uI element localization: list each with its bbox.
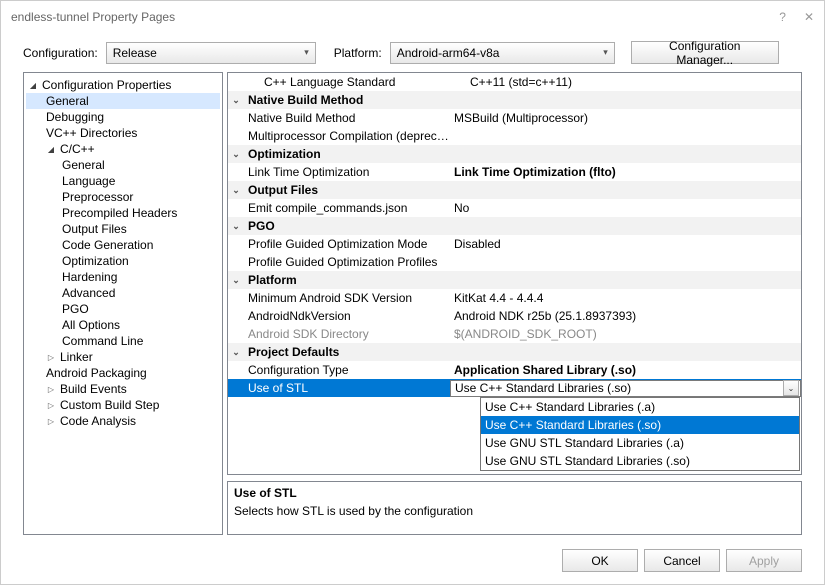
collapse-icon[interactable]: ⌄ [228,221,244,232]
description-text: Selects how STL is used by the configura… [234,504,795,518]
expand-icon[interactable] [44,145,58,154]
dropdown-item[interactable]: Use GNU STL Standard Libraries (.a) [481,434,799,452]
grid-row[interactable]: C++ Language StandardC++11 (std=c++11) [228,73,801,91]
tree-ccpp-advanced[interactable]: Advanced [26,285,220,301]
titlebar-controls: ? ✕ [779,10,814,24]
platform-label: Platform: [334,46,382,60]
cancel-button[interactable]: Cancel [644,549,720,572]
tree-code-analysis[interactable]: Code Analysis [26,413,220,429]
platform-value: Android-arm64-v8a [397,46,500,60]
expand-icon[interactable] [44,417,58,426]
grid-row[interactable]: Link Time OptimizationLink Time Optimiza… [228,163,801,181]
collapse-icon[interactable]: ⌄ [228,275,244,286]
dropdown-item[interactable]: Use C++ Standard Libraries (.a) [481,398,799,416]
tree-panel[interactable]: Configuration Properties General Debuggi… [23,72,223,535]
main-area: Configuration Properties General Debuggi… [1,72,824,543]
grid-row[interactable]: Profile Guided Optimization Profiles [228,253,801,271]
tree-ccpp-codegen[interactable]: Code Generation [26,237,220,253]
tree-root[interactable]: Configuration Properties [26,77,220,93]
grid-group[interactable]: ⌄Output Files [228,181,801,199]
right-panel: C++ Language StandardC++11 (std=c++11) ⌄… [227,72,802,535]
tree-ccpp-cmdline[interactable]: Command Line [26,333,220,349]
grid-row[interactable]: Emit compile_commands.jsonNo [228,199,801,217]
apply-button[interactable]: Apply [726,549,802,572]
platform-select[interactable]: Android-arm64-v8a ▾ [390,42,615,64]
grid-row[interactable]: Profile Guided Optimization ModeDisabled [228,235,801,253]
tree-ccpp-optimization[interactable]: Optimization [26,253,220,269]
property-grid[interactable]: C++ Language StandardC++11 (std=c++11) ⌄… [227,72,802,475]
close-icon[interactable]: ✕ [804,10,814,24]
grid-row[interactable]: Native Build MethodMSBuild (Multiprocess… [228,109,801,127]
collapse-icon[interactable]: ⌄ [228,347,244,358]
grid-group[interactable]: ⌄PGO [228,217,801,235]
tree-ccpp[interactable]: C/C++ [26,141,220,157]
collapse-icon[interactable]: ⌄ [228,149,244,160]
help-icon[interactable]: ? [779,10,786,24]
stl-dropdown[interactable]: Use C++ Standard Libraries (.a) Use C++ … [480,397,800,471]
tree-general[interactable]: General [26,93,220,109]
property-pages-window: endless-tunnel Property Pages ? ✕ Config… [0,0,825,585]
tree-ccpp-preprocessor[interactable]: Preprocessor [26,189,220,205]
titlebar: endless-tunnel Property Pages ? ✕ [1,1,824,33]
configuration-value: Release [113,46,157,60]
tree-ccpp-language[interactable]: Language [26,173,220,189]
grid-group[interactable]: ⌄Project Defaults [228,343,801,361]
tree-ccpp-pgo[interactable]: PGO [26,301,220,317]
grid-row-use-of-stl[interactable]: Use of STL Use C++ Standard Libraries (.… [228,379,801,397]
chevron-down-icon: ▾ [603,47,608,58]
grid-group[interactable]: ⌄Optimization [228,145,801,163]
collapse-icon[interactable]: ⌄ [228,185,244,196]
tree-linker[interactable]: Linker [26,349,220,365]
tree-ccpp-hardening[interactable]: Hardening [26,269,220,285]
window-title: endless-tunnel Property Pages [11,10,779,24]
description-title: Use of STL [234,486,795,500]
configuration-label: Configuration: [23,46,98,60]
expand-icon[interactable] [44,385,58,394]
expand-icon[interactable] [44,353,58,362]
grid-row[interactable]: AndroidNdkVersionAndroid NDK r25b (25.1.… [228,307,801,325]
configuration-manager-button[interactable]: Configuration Manager... [631,41,779,64]
tree-build-events[interactable]: Build Events [26,381,220,397]
tree-android-packaging[interactable]: Android Packaging [26,365,220,381]
expand-icon[interactable] [26,81,40,90]
tree-vcdirs[interactable]: VC++ Directories [26,125,220,141]
dialog-buttons: OK Cancel Apply [1,543,824,584]
tree-custom-build[interactable]: Custom Build Step [26,397,220,413]
dropdown-item[interactable]: Use GNU STL Standard Libraries (.so) [481,452,799,470]
tree-ccpp-precompiled[interactable]: Precompiled Headers [26,205,220,221]
tree-ccpp-output[interactable]: Output Files [26,221,220,237]
dropdown-button[interactable]: ⌄ [783,380,799,396]
dropdown-item[interactable]: Use C++ Standard Libraries (.so) [481,416,799,434]
expand-icon[interactable] [44,401,58,410]
grid-group[interactable]: ⌄Native Build Method [228,91,801,109]
tree-debugging[interactable]: Debugging [26,109,220,125]
tree-ccpp-alloptions[interactable]: All Options [26,317,220,333]
tree-ccpp-general[interactable]: General [26,157,220,173]
grid-row[interactable]: Android SDK Directory$(ANDROID_SDK_ROOT) [228,325,801,343]
chevron-down-icon: ▾ [304,47,309,58]
configuration-select[interactable]: Release ▾ [106,42,316,64]
collapse-icon[interactable]: ⌄ [228,95,244,106]
grid-group[interactable]: ⌄Platform [228,271,801,289]
toolbar: Configuration: Release ▾ Platform: Andro… [1,33,824,72]
grid-row[interactable]: Minimum Android SDK VersionKitKat 4.4 - … [228,289,801,307]
grid-row[interactable]: Configuration TypeApplication Shared Lib… [228,361,801,379]
ok-button[interactable]: OK [562,549,638,572]
description-panel: Use of STL Selects how STL is used by th… [227,481,802,535]
grid-row[interactable]: Multiprocessor Compilation (deprecated) [228,127,801,145]
